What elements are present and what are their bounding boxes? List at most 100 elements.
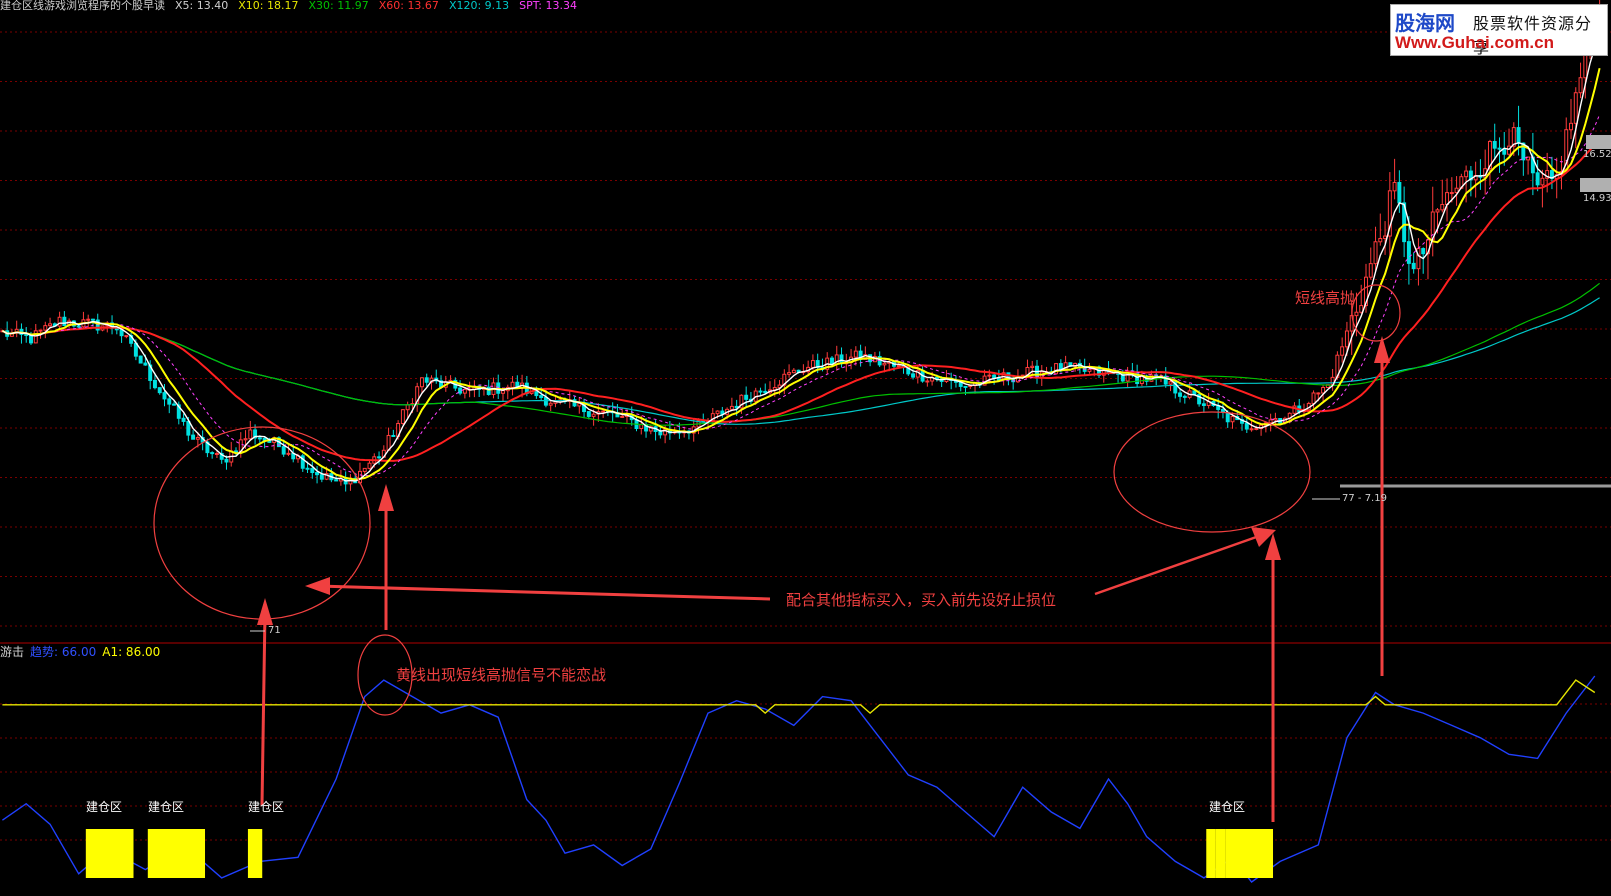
candle-157 [748, 392, 753, 405]
candle-261 [1244, 417, 1249, 433]
candle-10 [48, 317, 53, 329]
candle-290 [1383, 221, 1388, 255]
candle-221 [1054, 363, 1059, 375]
candle-285 [1359, 284, 1364, 314]
candle-313 [1492, 123, 1497, 160]
candle-325 [1549, 156, 1554, 190]
candle-129 [615, 404, 620, 418]
ma60-line [1, 137, 1601, 462]
header-value-2: X30: 11.97 [308, 0, 369, 12]
a1-line [2, 679, 1596, 715]
candle-52 [248, 420, 253, 440]
candle-279 [1330, 368, 1335, 391]
header-value-1: X10: 18.17 [238, 0, 299, 12]
indicator-value-1: A1: 86.00 [102, 645, 161, 659]
candle-302 [1440, 179, 1445, 213]
stock-chart-window: 建仓区线游戏浏览程序的个股早读 X5: 13.40 X10: 18.17 X30: 1… [0, 0, 1611, 896]
watermark-url: Www.Guhai.com.cn [1395, 33, 1554, 52]
candle-212 [1011, 375, 1016, 390]
header-values: X5: 13.40 X10: 18.17 X30: 11.97 X60: 13.67 X… [175, 0, 587, 12]
candle-168 [801, 364, 806, 376]
zone-block-3 [1206, 829, 1216, 878]
candle-308 [1468, 166, 1473, 197]
candle-166 [791, 368, 796, 374]
arrow-buy-right [1094, 527, 1276, 596]
candle-312 [1487, 139, 1492, 186]
candle-13 [62, 311, 67, 327]
header-title: 建仓区线游戏浏览程序的个股早读 [0, 0, 165, 12]
indicator-name: 游击 [0, 645, 25, 659]
candle-3 [14, 320, 19, 338]
candle-310 [1478, 159, 1483, 190]
candle-281 [1340, 337, 1345, 363]
build-position-zones [85, 829, 1274, 878]
candle-165 [787, 364, 792, 378]
spt-line [2, 114, 1601, 477]
candle-67 [319, 467, 324, 483]
candle-179 [853, 346, 858, 366]
candle-89 [424, 373, 429, 387]
candle-82 [391, 429, 396, 437]
candle-173 [825, 352, 830, 374]
candle-65 [310, 461, 315, 479]
top-price-label-2: 14.93 [1583, 193, 1611, 204]
candle-136 [648, 424, 653, 435]
candle-1 [5, 321, 10, 341]
guhai-watermark: 股海网 股票软件资源分享 Www.Guhai.com.cn [1390, 4, 1608, 57]
arrow-up-4 [1374, 336, 1390, 676]
candle-291 [1387, 172, 1392, 261]
indicator-lines [2, 675, 1596, 883]
moving-average-lines [1, 30, 1611, 488]
candle-330 [1573, 87, 1578, 149]
candle-81 [386, 427, 391, 451]
candle-48 [229, 441, 234, 467]
candle-248 [1182, 394, 1187, 404]
range-price-label: 77 - 7.19 [1342, 493, 1387, 504]
price-tag-box-2 [1580, 178, 1611, 192]
arrow-up-2 [378, 484, 394, 630]
candle-316 [1507, 128, 1512, 156]
candle-288 [1373, 226, 1378, 272]
candle-106 [505, 384, 510, 400]
candle-202 [963, 385, 968, 396]
candle-153 [729, 397, 734, 410]
candle-199 [949, 372, 954, 390]
zone-label-1: 建仓区 [148, 800, 185, 814]
candle-321 [1530, 132, 1535, 196]
candle-151 [720, 406, 725, 418]
candle-287 [1368, 247, 1373, 280]
candle-298 [1421, 247, 1426, 274]
candle-159 [758, 387, 763, 396]
zone-block-2 [247, 829, 263, 878]
candle-314 [1497, 137, 1502, 173]
chart-canvas [0, 0, 1611, 883]
candle-296 [1411, 252, 1416, 274]
annotation-layer [153, 284, 1401, 822]
candle-300 [1430, 186, 1435, 257]
candle-299 [1425, 234, 1430, 280]
indicator-values: 趋势: 66.00 A1: 86.00 [30, 645, 166, 659]
candle-274 [1306, 401, 1311, 411]
circle-bottom-right [1113, 411, 1311, 533]
candle-84 [400, 409, 405, 425]
candle-175 [834, 345, 839, 371]
trend-line [2, 675, 1596, 883]
candle-309 [1473, 161, 1478, 198]
candle-180 [858, 344, 863, 367]
candle-44 [210, 451, 215, 459]
candle-266 [1268, 413, 1273, 432]
candle-91 [434, 369, 439, 384]
zone-label-5: 建仓区 [1209, 800, 1246, 814]
ma5-line [2, 30, 1601, 482]
yellow-warning-annotation: 黄线出现短线高抛信号不能恋战 [396, 666, 607, 684]
candle-63 [300, 453, 305, 472]
indicator-value-0: 趋势: 66.00 [30, 645, 97, 659]
low-price-label: 71 [268, 625, 281, 636]
candle-331 [1578, 62, 1583, 99]
candle-33 [157, 387, 162, 395]
price-gridlines [0, 31, 1611, 841]
ma30-line [2, 282, 1600, 426]
header-value-0: X5: 13.40 [175, 0, 229, 12]
candle-38 [181, 413, 186, 426]
candle-169 [806, 360, 811, 376]
